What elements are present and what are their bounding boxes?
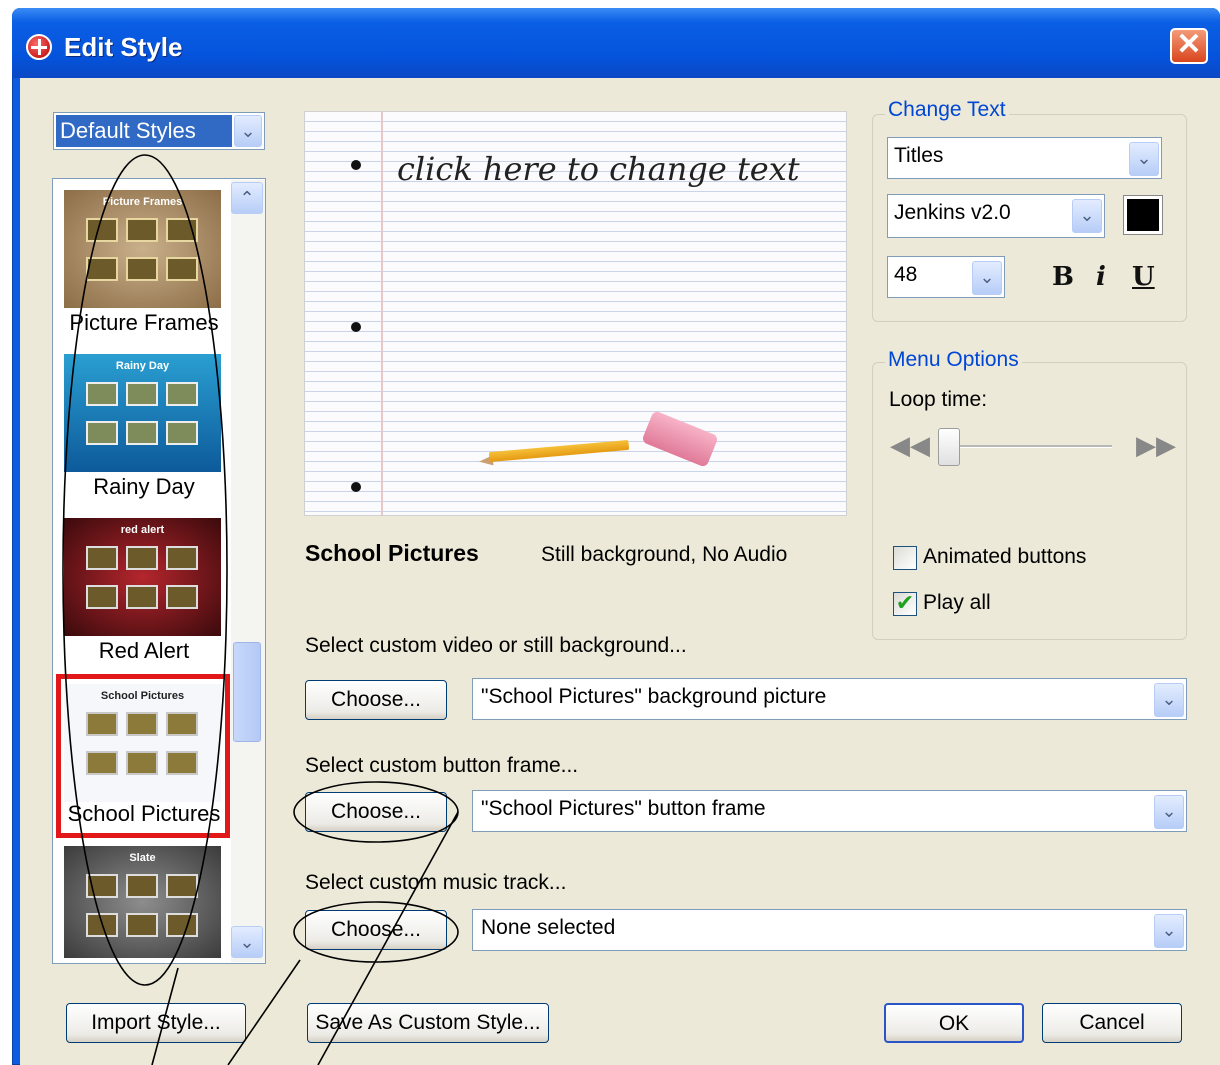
style-label[interactable]: Picture Frames [56, 310, 232, 336]
play-all-label[interactable]: Play all [923, 591, 991, 615]
style-category-value: Default Styles [56, 115, 232, 147]
ok-button[interactable]: OK [884, 1003, 1024, 1043]
style-label[interactable]: Rainy Day [56, 474, 232, 500]
cancel-button[interactable]: Cancel [1042, 1003, 1182, 1043]
binder-hole [351, 160, 361, 170]
chevron-down-icon[interactable]: ⌄ [972, 261, 1002, 295]
text-color-swatch[interactable] [1123, 195, 1163, 235]
thumb-title: Rainy Day [115, 360, 170, 372]
background-value: "School Pictures" background picture [481, 685, 827, 708]
pencil-image [488, 439, 630, 463]
scroll-thumb[interactable] [233, 642, 261, 742]
text-element-value: Titles [894, 144, 944, 167]
style-list-scrollbar[interactable]: ⌃ ⌄ [231, 180, 265, 962]
choose-music-track-button[interactable]: Choose... [305, 910, 447, 950]
font-size-dropdown[interactable]: 48 ⌄ [887, 256, 1005, 298]
play-all-checkbox[interactable]: ✔ [893, 592, 917, 616]
font-value: Jenkins v2.0 [894, 201, 1011, 224]
save-custom-style-button[interactable]: Save As Custom Style... [307, 1003, 549, 1043]
chevron-down-icon[interactable]: ⌄ [1154, 914, 1184, 948]
close-button[interactable]: ✕ [1170, 28, 1208, 64]
window-title: Edit Style [64, 32, 183, 62]
thumb-button-grid [86, 382, 204, 454]
chevron-down-icon[interactable]: ⌄ [234, 115, 262, 147]
thumb-title: Slate [129, 852, 156, 864]
style-thumb-red-alert[interactable]: red alert [64, 518, 221, 636]
background-dropdown[interactable]: "School Pictures" background picture ⌄ [472, 678, 1187, 720]
thumb-button-grid [86, 874, 204, 946]
style-thumb-slate[interactable]: Slate [64, 846, 221, 958]
background-label: Select custom video or still background.… [305, 634, 687, 657]
eraser-image [641, 410, 719, 468]
chevron-down-icon[interactable]: ⌄ [1072, 199, 1102, 233]
text-element-dropdown[interactable]: Titles ⌄ [887, 137, 1162, 179]
preview-editable-text[interactable]: click here to change text [397, 150, 800, 188]
loop-time-slider-knob[interactable] [938, 428, 960, 466]
animated-buttons-label[interactable]: Animated buttons [923, 545, 1086, 569]
binder-hole [351, 482, 361, 492]
underline-button[interactable]: U [1132, 262, 1155, 292]
style-label[interactable]: Red Alert [56, 638, 232, 664]
style-category-dropdown[interactable]: Default Styles ⌄ [53, 112, 265, 150]
thumb-title: red alert [120, 524, 165, 536]
selected-style-name: School Pictures [305, 540, 479, 566]
music-track-label: Select custom music track... [305, 871, 567, 894]
loop-time-label: Loop time: [889, 388, 988, 411]
style-thumb-picture-frames[interactable]: Picture Frames [64, 190, 221, 308]
thumb-button-grid [86, 546, 204, 618]
thumb-title: Picture Frames [102, 196, 183, 208]
font-dropdown[interactable]: Jenkins v2.0 ⌄ [887, 194, 1105, 238]
choose-button-frame-button[interactable]: Choose... [305, 792, 447, 832]
chevron-down-icon[interactable]: ⌄ [1154, 683, 1184, 717]
import-style-button[interactable]: Import Style... [66, 1003, 246, 1043]
chevron-down-icon[interactable]: ⌄ [1129, 142, 1159, 176]
scroll-up-button[interactable]: ⌃ [231, 182, 263, 214]
thumb-button-grid [86, 218, 204, 290]
button-frame-dropdown[interactable]: "School Pictures" button frame ⌄ [472, 790, 1187, 832]
music-track-dropdown[interactable]: None selected ⌄ [472, 909, 1187, 951]
title-bar[interactable] [12, 8, 1220, 78]
music-track-value: None selected [481, 916, 616, 939]
change-text-legend: Change Text [885, 98, 1009, 122]
selected-style-description: Still background, No Audio [541, 543, 788, 566]
choose-background-button[interactable]: Choose... [305, 680, 447, 720]
app-icon [26, 34, 52, 60]
italic-button[interactable]: i [1096, 262, 1106, 292]
font-size-value: 48 [894, 263, 918, 286]
animated-buttons-checkbox[interactable] [893, 546, 917, 570]
button-frame-label: Select custom button frame... [305, 754, 579, 777]
loop-time-slider-track[interactable] [940, 445, 1112, 448]
notebook-margin-line [381, 112, 383, 515]
bold-button[interactable]: B [1052, 262, 1074, 292]
checkmark-icon: ✔ [895, 590, 915, 615]
style-thumb-rainy-day[interactable]: Rainy Day [64, 354, 221, 472]
scroll-down-button[interactable]: ⌄ [231, 926, 263, 958]
fast-forward-icon[interactable]: ▶▶ [1136, 430, 1176, 461]
button-frame-value: "School Pictures" button frame [481, 797, 766, 820]
rewind-icon[interactable]: ◀◀ [890, 430, 930, 461]
selected-style-highlight [56, 674, 230, 838]
style-preview[interactable]: click here to change text [304, 111, 847, 516]
binder-hole [351, 322, 361, 332]
menu-options-legend: Menu Options [885, 348, 1022, 372]
chevron-down-icon[interactable]: ⌄ [1154, 795, 1184, 829]
